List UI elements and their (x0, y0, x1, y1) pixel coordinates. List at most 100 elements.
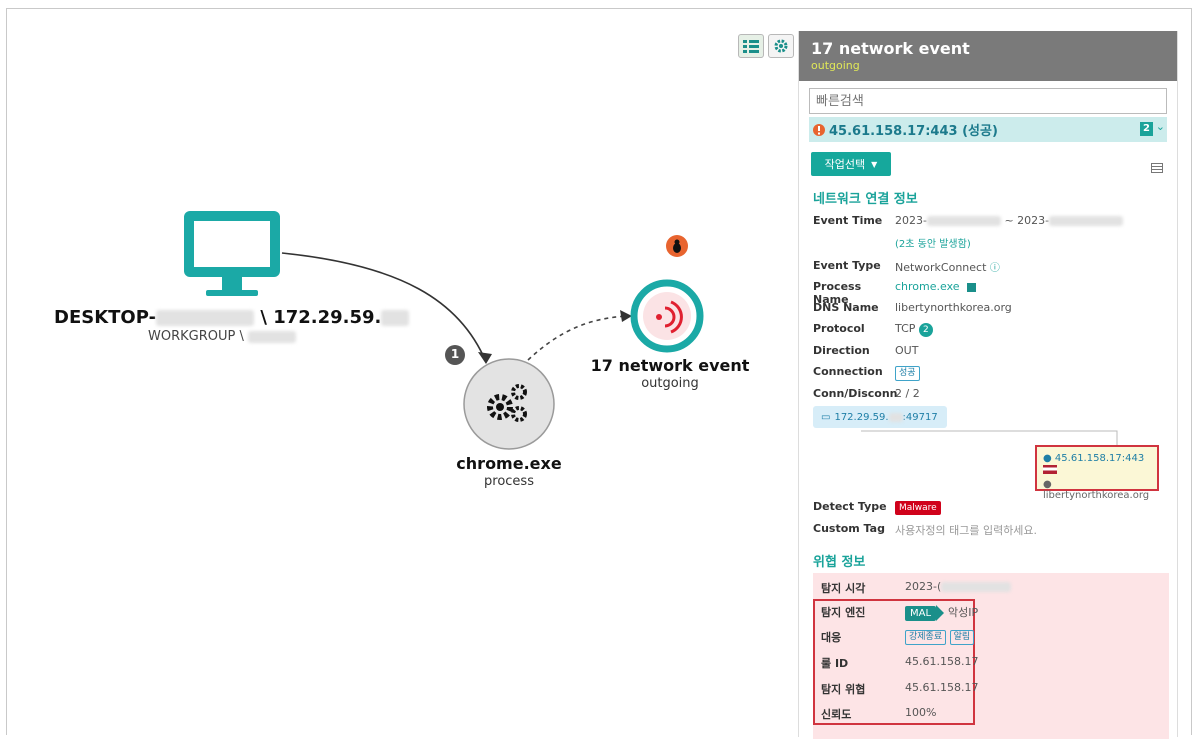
selected-connection-row[interactable]: 45.61.158.17:443 (성공) 2 ⌄ (809, 117, 1167, 142)
network-title-label: 17 network event (590, 356, 750, 375)
event-time-value: 2023- ~ 2023- (895, 214, 1124, 227)
action-select-label: 작업선택 (824, 158, 866, 171)
conn-disconn-label: Conn/Disconn (813, 387, 898, 400)
process-name-link[interactable]: chrome.exe (895, 280, 960, 293)
redacted-ip (888, 412, 903, 422)
event-type-label: Event Type (813, 259, 881, 272)
response-tag-alert[interactable]: 알림 (949, 630, 975, 645)
redacted-time (941, 582, 1012, 592)
panel-title: 17 network event (811, 39, 970, 58)
warning-icon (813, 123, 825, 136)
process-node[interactable] (463, 358, 555, 450)
connection-status-tag: 성공 (895, 366, 920, 381)
network-section-title: 네트워크 연결 정보 (813, 192, 918, 207)
response-row: 대응 강제종료 알림 (821, 629, 975, 645)
redacted-workgroup (248, 330, 296, 343)
dns-name-label: DNS Name (813, 301, 879, 314)
edge-arrowhead (620, 310, 632, 322)
dest-domain: libertynorthkorea.org (1043, 490, 1150, 501)
panel-subtitle: outgoing (811, 59, 860, 72)
external-link-icon[interactable] (967, 282, 977, 292)
custom-tag-label: Custom Tag (813, 522, 885, 535)
rule-id-row: 룰 ID 45.61.158.17 (821, 655, 978, 671)
engine-label: 탐지 엔진 (821, 606, 866, 619)
selected-count-badge: 2 (1140, 122, 1153, 136)
selected-connection-text: 45.61.158.17:443 (성공) (829, 124, 998, 139)
host-name-prefix: DESKTOP- (54, 307, 157, 328)
dns-name-value: libertynorthkorea.org (895, 301, 1012, 314)
confidence-label: 신뢰도 (821, 708, 852, 721)
rule-id-value: 45.61.158.17 (905, 655, 979, 668)
action-select-button[interactable]: 작업선택 ▼ (811, 152, 891, 176)
mal-engine-chip: MAL (905, 606, 937, 621)
protocol-value: TCP (895, 322, 916, 335)
event-time-row: Event Time 2023- ~ 2023- (813, 214, 1124, 227)
protocol-label: Protocol (813, 322, 865, 335)
detect-type-label: Detect Type (813, 500, 887, 513)
network-node[interactable] (630, 279, 704, 353)
confidence-value: 100% (905, 706, 937, 719)
direction-row: Direction OUT (813, 344, 918, 357)
panel-header: 17 network event outgoing (799, 31, 1177, 81)
detect-time-label: 탐지 시각 (821, 582, 866, 595)
event-type-row: Event Type NetworkConnect ⓘ (813, 259, 1000, 274)
table-view-icon[interactable] (1151, 158, 1163, 177)
rule-id-label: 룰 ID (821, 657, 849, 670)
redacted-time (926, 216, 1001, 226)
threat-value-link[interactable]: 45.61.158.17 (905, 681, 978, 697)
dest-ip: 45.61.158.17:443 (1054, 453, 1145, 464)
chevron-down-icon[interactable]: ⌄ (1156, 120, 1165, 133)
source-endpoint[interactable]: ▭ 172.29.59.:49717 (813, 406, 947, 428)
protocol-row: Protocol TCP 2 (813, 322, 933, 337)
arrow-icon (936, 605, 945, 621)
quick-search-input[interactable] (809, 88, 1167, 114)
event-time-end: ~ 2023- (1004, 214, 1050, 227)
direction-label: Direction (813, 344, 870, 357)
dest-domain-row: ● libertynorthkorea.org (1043, 479, 1157, 501)
source-port: :49717 (902, 411, 938, 423)
caret-down-icon: ▼ (871, 159, 878, 169)
edge-count-text: 1 (450, 347, 460, 361)
detect-type-row: Detect Type Malware (813, 500, 941, 515)
custom-tag-input[interactable]: 사용자정의 태그를 입력하세요. (895, 522, 1037, 538)
threat-section-title: 위협 정보 (813, 555, 866, 570)
event-time-note: (2초 동안 발생함) (895, 235, 971, 250)
detect-time-row: 탐지 시각 2023-( (821, 580, 1012, 596)
event-duration-text: (2초 동안 발생함) (895, 239, 971, 250)
gear-icon (774, 39, 788, 53)
network-subtitle-label: outgoing (641, 376, 699, 391)
list-view-button[interactable] (738, 34, 764, 58)
monitor-icon: ▭ (821, 411, 831, 423)
host-computer-icon[interactable] (184, 211, 280, 296)
event-time-start: 2023- (895, 214, 927, 227)
engine-value: 악성IP (948, 606, 979, 619)
response-tag-kill[interactable]: 강제종료 (905, 630, 947, 645)
host-workgroup-label: WORKGROUP \ (148, 329, 296, 344)
list-icon (743, 40, 759, 53)
detail-panel: 17 network event outgoing 45.61.158.17:4… (798, 31, 1178, 739)
edge-arrowhead (478, 352, 492, 364)
process-type-label: process (484, 474, 534, 489)
malware-badge: Malware (895, 501, 941, 515)
detect-time-value: 2023-( (905, 580, 942, 593)
edge-process-network (527, 315, 629, 361)
workgroup-text: WORKGROUP \ (148, 329, 244, 344)
redacted-ip (381, 310, 410, 326)
globe-icon: ● (1043, 453, 1052, 464)
settings-button[interactable] (768, 34, 794, 58)
destination-endpoint[interactable]: ● 45.61.158.17:443 ● libertynorthkorea.o… (1035, 445, 1159, 501)
redacted-host (156, 310, 255, 326)
process-name-label: chrome.exe (456, 454, 562, 473)
threat-label: 탐지 위협 (821, 683, 866, 696)
event-type-value: NetworkConnect (895, 261, 987, 274)
dns-name-row: DNS Name libertynorthkorea.org (813, 301, 1012, 314)
help-icon[interactable]: ⓘ (990, 263, 1000, 274)
event-time-label: Event Time (813, 214, 883, 227)
confidence-row: 신뢰도 100% (821, 706, 936, 722)
direction-value: OUT (895, 344, 919, 357)
connection-row: Connection 성공 (813, 365, 920, 381)
threat-row: 탐지 위협 45.61.158.17 (821, 681, 978, 697)
globe-icon: ● (1043, 479, 1052, 490)
conn-disconn-row: Conn/Disconn 2 / 2 (813, 387, 920, 400)
bug-icon (666, 235, 688, 257)
